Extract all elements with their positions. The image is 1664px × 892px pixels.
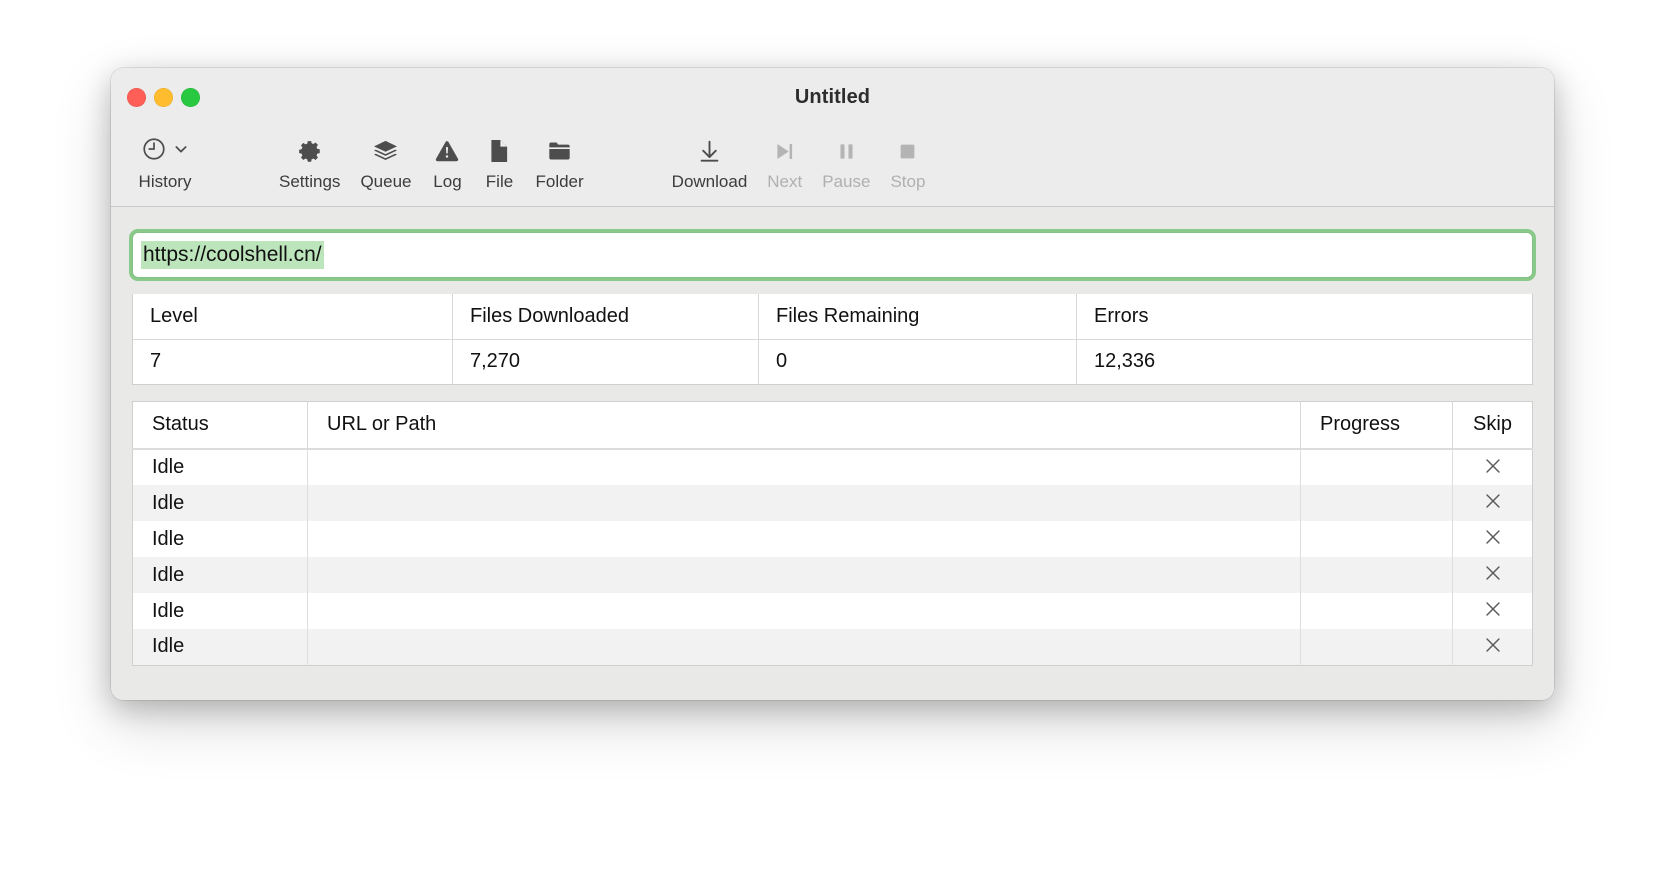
queue-header-progress[interactable]: Progress xyxy=(1300,401,1453,450)
toolbar-label-folder: Folder xyxy=(535,172,584,191)
toolbar-item-queue[interactable]: Queue xyxy=(350,126,421,192)
queue-cell-url xyxy=(307,593,1301,629)
close-x-icon[interactable] xyxy=(1480,524,1506,550)
queue-cell-skip[interactable] xyxy=(1452,485,1533,521)
toolbar-label-pause: Pause xyxy=(822,172,871,191)
toolbar-item-pause[interactable]: Pause xyxy=(812,126,880,192)
stats-header-row: Level Files Downloaded Files Remaining E… xyxy=(132,294,1533,340)
table-row[interactable]: Idle xyxy=(132,521,1533,557)
queue-table: Status URL or Path Progress Skip Idle Id… xyxy=(132,400,1533,666)
url-input-value: https://coolshell.cn/ xyxy=(141,240,324,270)
table-row[interactable]: Idle xyxy=(132,449,1533,485)
download-arrow-icon xyxy=(696,132,723,170)
close-x-icon[interactable] xyxy=(1480,560,1506,586)
toolbar-item-download[interactable]: Download xyxy=(662,126,758,192)
app-window: Untitled History Settings Queue Log File… xyxy=(111,68,1554,700)
stats-header-files-remaining: Files Remaining xyxy=(758,294,1077,340)
chevron-down-icon[interactable] xyxy=(173,141,189,162)
layers-icon xyxy=(372,132,399,170)
queue-cell-skip[interactable] xyxy=(1452,629,1533,665)
toolbar-item-settings[interactable]: Settings xyxy=(269,126,350,192)
table-row[interactable]: Idle xyxy=(132,593,1533,629)
stats-value-row: 7 7,270 0 12,336 xyxy=(132,339,1533,384)
queue-cell-status: Idle xyxy=(132,593,308,629)
queue-cell-status: Idle xyxy=(132,629,308,665)
pause-icon xyxy=(834,132,859,170)
document-icon xyxy=(487,132,511,170)
close-x-icon[interactable] xyxy=(1480,453,1506,479)
queue-cell-progress xyxy=(1300,593,1453,629)
toolbar-label-stop: Stop xyxy=(890,172,926,191)
queue-cell-url xyxy=(307,449,1301,485)
queue-cell-skip[interactable] xyxy=(1452,593,1533,629)
queue-cell-status: Idle xyxy=(132,485,308,521)
toolbar-item-next[interactable]: Next xyxy=(757,126,812,192)
clock-icon xyxy=(141,136,167,167)
warning-icon xyxy=(434,132,460,170)
table-row[interactable]: Idle xyxy=(132,485,1533,521)
queue-cell-url xyxy=(307,557,1301,593)
queue-cell-progress xyxy=(1300,449,1453,485)
toolbar-label-download: Download xyxy=(671,172,748,191)
queue-cell-status: Idle xyxy=(132,557,308,593)
toolbar-item-history[interactable]: History xyxy=(119,126,211,192)
queue-cell-progress xyxy=(1300,521,1453,557)
stop-icon xyxy=(895,132,920,170)
stats-value-level: 7 xyxy=(132,339,453,384)
main-content: https://coolshell.cn/ Level Files Downlo… xyxy=(111,207,1554,700)
queue-cell-progress xyxy=(1300,629,1453,665)
queue-cell-status: Idle xyxy=(132,449,308,485)
toolbar-label-queue: Queue xyxy=(360,172,412,191)
close-x-icon[interactable] xyxy=(1480,632,1506,658)
queue-cell-skip[interactable] xyxy=(1452,449,1533,485)
stats-value-files-downloaded: 7,270 xyxy=(452,339,759,384)
toolbar-item-folder[interactable]: Folder xyxy=(525,126,593,192)
toolbar-label-history: History xyxy=(138,172,192,191)
toolbar: History Settings Queue Log File Folder D… xyxy=(111,126,1554,204)
window-title: Untitled xyxy=(794,86,871,108)
close-x-icon[interactable] xyxy=(1480,596,1506,622)
history-icon-group xyxy=(141,132,189,170)
toolbar-label-settings: Settings xyxy=(279,172,341,191)
url-input[interactable]: https://coolshell.cn/ xyxy=(132,232,1533,278)
skip-forward-icon xyxy=(772,132,797,170)
gear-icon xyxy=(297,132,323,170)
toolbar-item-stop[interactable]: Stop xyxy=(880,126,935,192)
table-row[interactable]: Idle xyxy=(132,629,1533,665)
queue-cell-progress xyxy=(1300,557,1453,593)
stats-header-errors: Errors xyxy=(1076,294,1533,340)
toolbar-label-next: Next xyxy=(767,172,803,191)
toolbar-label-log: Log xyxy=(433,172,462,191)
queue-table-body: Idle Idle Idle Idle Idle Idle xyxy=(132,449,1533,665)
stats-value-files-remaining: 0 xyxy=(758,339,1077,384)
close-x-icon[interactable] xyxy=(1480,488,1506,514)
toolbar-label-file: File xyxy=(485,172,514,191)
queue-cell-skip[interactable] xyxy=(1452,557,1533,593)
stats-table: Level Files Downloaded Files Remaining E… xyxy=(132,294,1533,385)
titlebar: Untitled History Settings Queue Log File… xyxy=(111,68,1554,207)
stats-value-errors: 12,336 xyxy=(1076,339,1533,384)
stats-header-files-downloaded: Files Downloaded xyxy=(452,294,759,340)
folder-icon xyxy=(546,132,573,170)
queue-cell-status: Idle xyxy=(132,521,308,557)
queue-header-status[interactable]: Status xyxy=(132,401,308,450)
queue-header-row: Status URL or Path Progress Skip xyxy=(132,401,1533,450)
queue-cell-skip[interactable] xyxy=(1452,521,1533,557)
queue-cell-url xyxy=(307,521,1301,557)
queue-header-skip[interactable]: Skip xyxy=(1452,401,1533,450)
stats-header-level: Level xyxy=(132,294,453,340)
queue-cell-url xyxy=(307,485,1301,521)
table-row[interactable]: Idle xyxy=(132,557,1533,593)
queue-header-url[interactable]: URL or Path xyxy=(307,401,1301,450)
toolbar-item-file[interactable]: File xyxy=(473,126,525,192)
queue-cell-url xyxy=(307,629,1301,665)
toolbar-item-log[interactable]: Log xyxy=(421,126,473,192)
queue-cell-progress xyxy=(1300,485,1453,521)
